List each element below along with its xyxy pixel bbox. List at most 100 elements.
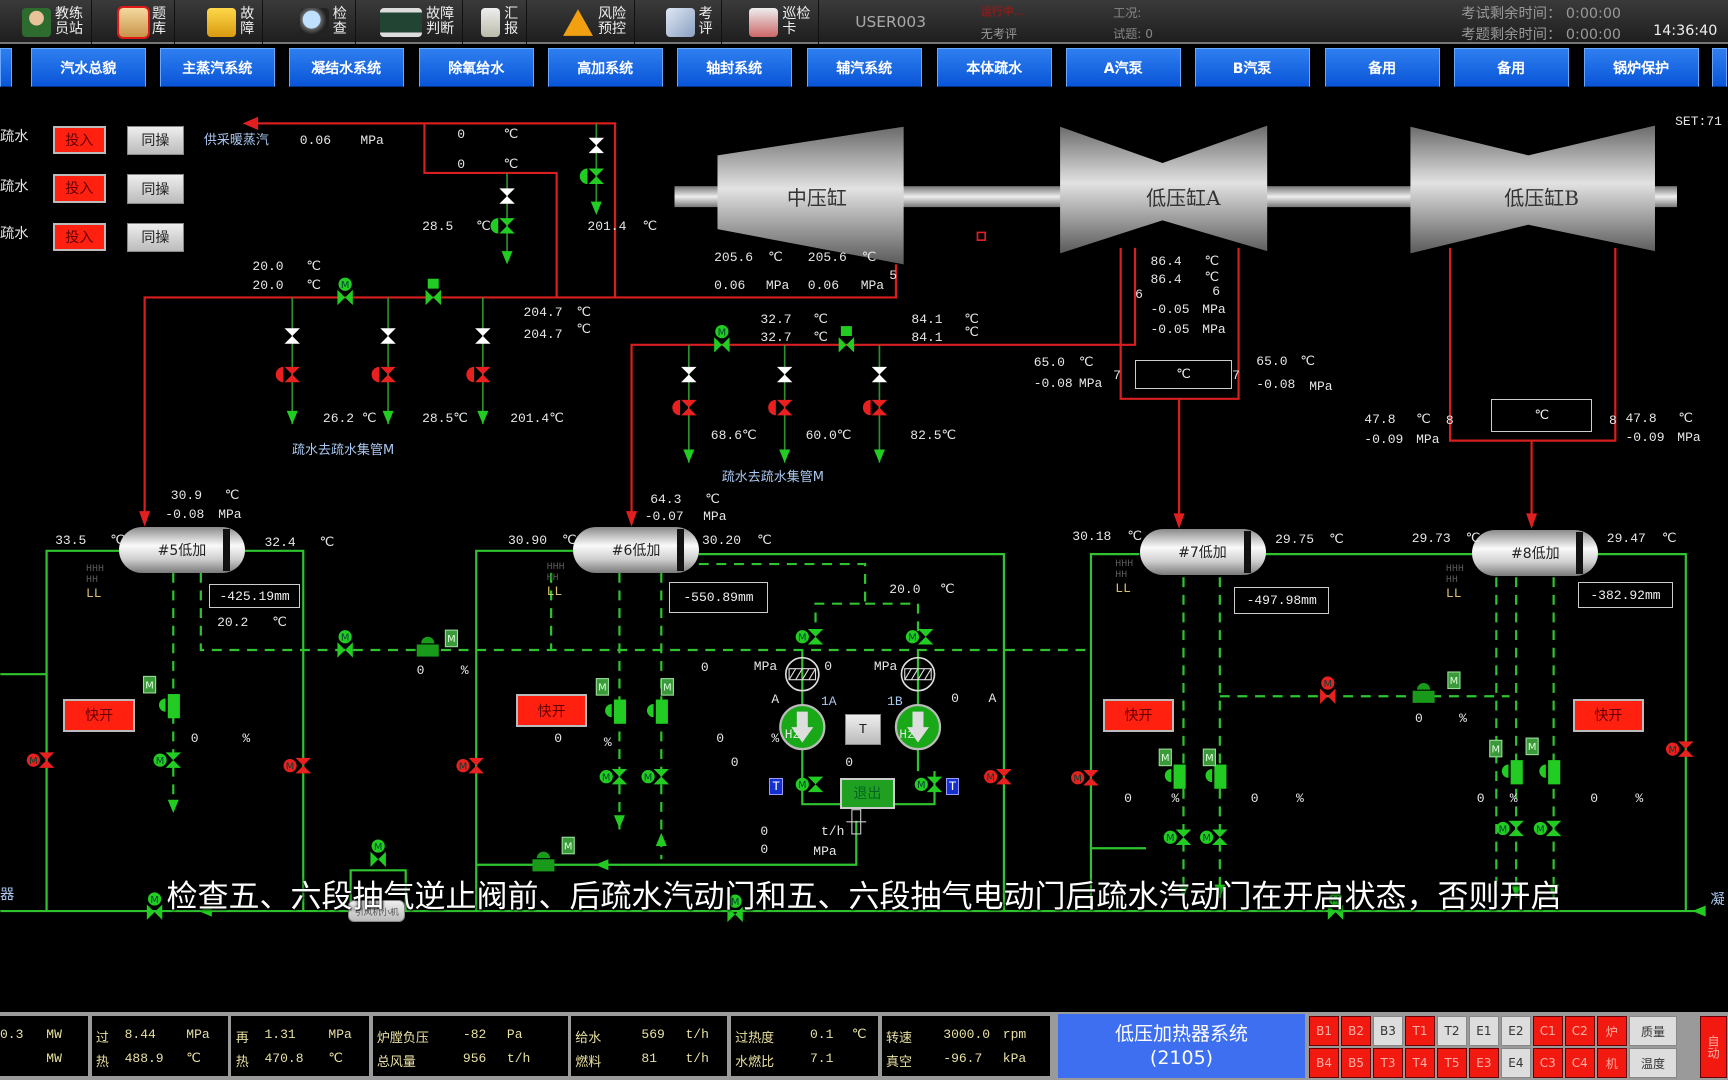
motor-valve-icon[interactable]: M [337,277,353,306]
status-indicator-B5[interactable]: B5 [1341,1048,1371,1079]
motor-valve-icon[interactable]: M [1496,820,1524,837]
motor-valve-icon[interactable]: M [1163,829,1192,845]
motor-valve-icon[interactable]: M [905,629,934,645]
motor-valve-icon[interactable]: M [641,768,670,785]
manual-mode-tag-icon[interactable]: M [1447,671,1461,690]
drain-valve-icon[interactable] [579,168,605,184]
manual-mode-tag-icon[interactable]: M [1489,739,1503,758]
status-indicator-T3[interactable]: T3 [1373,1048,1403,1079]
lp-a-pressure-box: ℃ [1135,360,1233,390]
status-indicator-E2[interactable]: E2 [1501,1016,1531,1047]
status-indicator-C1[interactable]: C1 [1532,1016,1563,1047]
motor-valve-icon[interactable]: M [1200,829,1228,845]
pump-exit-button[interactable]: 退出 [839,778,895,809]
motor-valve-icon[interactable]: M [1665,741,1694,757]
regulating-valve-icon[interactable] [532,851,555,872]
heater-7[interactable]: #7低加 [1139,529,1266,575]
manual-mode-tag-icon[interactable]: M [561,836,575,855]
status-indicator-B3[interactable]: B3 [1373,1016,1403,1047]
drain-enable-button[interactable]: 投入 [52,125,106,155]
drain-valve-icon[interactable] [768,399,793,416]
pump-1b-tag[interactable]: T [945,778,960,795]
heater-6[interactable]: #6低加 [573,526,700,573]
heater-5[interactable]: #5低加 [119,526,245,573]
status-indicator-质量[interactable]: 质量 [1628,1016,1678,1047]
motor-valve-icon[interactable]: M [1071,770,1099,786]
regulating-valve-icon[interactable] [1412,683,1435,703]
motor-valve-icon[interactable]: M [714,324,730,353]
status-indicator-E1[interactable]: E1 [1469,1016,1499,1047]
status-indicator-炉[interactable]: 炉 [1596,1016,1627,1047]
manual-valve-icon[interactable] [588,137,605,154]
motor-valve-icon[interactable]: M [1533,820,1562,837]
drain-sync-button[interactable]: 同操 [126,125,184,156]
control-valve-icon[interactable] [1501,760,1523,785]
manual-valve-icon[interactable] [871,366,888,383]
h7-quick-open-button[interactable]: 快开 [1103,698,1174,732]
drain-valve-icon[interactable] [275,366,300,383]
status-indicator-C2[interactable]: C2 [1564,1016,1595,1047]
drain-sync-button[interactable]: 同操 [126,222,184,253]
drain-valve-icon[interactable] [490,218,515,234]
pump-1a-tag[interactable]: T [769,778,783,795]
motor-valve-icon[interactable]: M [599,768,628,785]
motor-valve-icon[interactable]: M [795,629,824,645]
motor-valve-icon[interactable]: M [370,839,386,867]
control-valve-icon[interactable] [1539,760,1561,785]
status-indicator-E3[interactable]: E3 [1469,1048,1499,1079]
motor-valve-icon[interactable]: M [153,752,181,768]
status-indicator-B4[interactable]: B4 [1309,1048,1339,1079]
pump-t-button[interactable]: T [845,714,881,745]
status-indicator-T4[interactable]: T4 [1405,1048,1435,1079]
control-valve-icon[interactable] [158,694,180,719]
motor-valve-icon[interactable]: M [914,776,943,793]
manual-mode-tag-icon[interactable]: M [1525,737,1539,756]
control-valve-icon[interactable] [838,326,855,353]
regulating-valve-icon[interactable] [416,636,439,657]
h6-quick-open-button[interactable]: 快开 [515,694,588,728]
auto-indicator[interactable]: 自动 [1700,1016,1727,1079]
motor-valve-icon[interactable]: M [26,752,55,768]
manual-valve-icon[interactable] [681,366,697,383]
status-indicator-温度[interactable]: 温度 [1628,1048,1678,1079]
svg-text:M: M [1499,824,1508,835]
control-valve-icon[interactable] [1205,764,1227,789]
manual-mode-tag-icon[interactable]: M [595,678,609,696]
drain-enable-button[interactable]: 投入 [52,222,106,252]
status-indicator-T2[interactable]: T2 [1437,1016,1467,1047]
status-indicator-C4[interactable]: C4 [1564,1048,1595,1079]
control-valve-icon[interactable] [605,699,627,724]
status-indicator-B1[interactable]: B1 [1309,1016,1339,1047]
manual-mode-tag-icon[interactable]: M [1202,748,1216,767]
motor-valve-icon[interactable]: M [984,768,1012,785]
manual-mode-tag-icon[interactable]: M [1158,748,1172,767]
motor-valve-icon[interactable]: M [456,757,484,774]
manual-mode-tag-icon[interactable]: M [142,675,157,694]
drain-enable-button[interactable]: 投入 [52,174,106,203]
drain-valve-icon[interactable] [466,366,491,383]
h8-quick-open-button[interactable]: 快开 [1572,698,1645,732]
status-indicator-C3[interactable]: C3 [1532,1048,1563,1079]
motor-valve-icon[interactable]: M [795,776,824,793]
status-indicator-E4[interactable]: E4 [1501,1048,1531,1079]
manual-mode-tag-icon[interactable]: M [660,678,674,696]
control-valve-icon[interactable] [1164,764,1186,789]
h5-quick-open-button[interactable]: 快开 [62,698,136,732]
heater-8[interactable]: #8低加 [1472,530,1599,577]
status-indicator-B2[interactable]: B2 [1341,1016,1371,1047]
manual-valve-icon[interactable] [380,328,396,344]
manual-valve-icon[interactable] [499,188,515,204]
motor-valve-icon[interactable]: M [1320,676,1336,704]
control-valve-icon[interactable] [425,278,441,306]
drain-valve-icon[interactable] [862,399,888,416]
drain-valve-icon[interactable] [371,366,396,383]
motor-valve-icon[interactable]: M [283,757,311,774]
control-valve-icon[interactable] [646,699,668,724]
status-indicator-T5[interactable]: T5 [1437,1048,1467,1079]
status-indicator-机[interactable]: 机 [1596,1048,1627,1079]
manual-mode-tag-icon[interactable]: M [444,629,459,648]
drain-valve-icon[interactable] [672,399,697,416]
status-indicator-T1[interactable]: T1 [1405,1016,1435,1047]
motor-valve-icon[interactable]: M [337,630,353,658]
drain-sync-button[interactable]: 同操 [126,174,184,204]
